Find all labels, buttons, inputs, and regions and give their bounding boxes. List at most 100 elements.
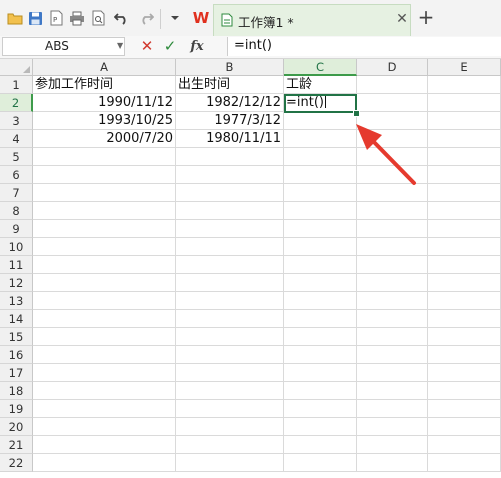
cell-a7[interactable] bbox=[33, 184, 176, 202]
column-header-e[interactable]: E bbox=[428, 59, 501, 76]
cell-a5[interactable] bbox=[33, 148, 176, 166]
confirm-entry-icon[interactable]: ✓ bbox=[163, 37, 177, 56]
cell-b18[interactable] bbox=[176, 382, 284, 400]
row-header-12[interactable]: 12 bbox=[0, 274, 33, 292]
cell-e13[interactable] bbox=[428, 292, 501, 310]
cell-d8[interactable] bbox=[357, 202, 428, 220]
cell-c10[interactable] bbox=[284, 238, 357, 256]
cell-c7[interactable] bbox=[284, 184, 357, 202]
cell-c3[interactable] bbox=[284, 112, 357, 130]
row-header-19[interactable]: 19 bbox=[0, 400, 33, 418]
cell-c9[interactable] bbox=[284, 220, 357, 238]
cell-b15[interactable] bbox=[176, 328, 284, 346]
cell-e10[interactable] bbox=[428, 238, 501, 256]
cell-c16[interactable] bbox=[284, 346, 357, 364]
cell-b4[interactable]: 1980/11/11 bbox=[176, 130, 284, 148]
cell-c8[interactable] bbox=[284, 202, 357, 220]
row-header-3[interactable]: 3 bbox=[0, 112, 33, 130]
column-header-a[interactable]: A bbox=[33, 59, 176, 76]
select-all-corner[interactable] bbox=[0, 59, 33, 76]
cell-a19[interactable] bbox=[33, 400, 176, 418]
cell-a10[interactable] bbox=[33, 238, 176, 256]
cell-a1[interactable]: 参加工作时间 bbox=[33, 76, 176, 94]
cell-a20[interactable] bbox=[33, 418, 176, 436]
cell-a6[interactable] bbox=[33, 166, 176, 184]
cell-d18[interactable] bbox=[357, 382, 428, 400]
row-header-11[interactable]: 11 bbox=[0, 256, 33, 274]
cell-b5[interactable] bbox=[176, 148, 284, 166]
row-header-20[interactable]: 20 bbox=[0, 418, 33, 436]
cell-c11[interactable] bbox=[284, 256, 357, 274]
column-header-d[interactable]: D bbox=[357, 59, 428, 76]
print-icon[interactable] bbox=[68, 9, 86, 27]
cell-e3[interactable] bbox=[428, 112, 501, 130]
cell-c19[interactable] bbox=[284, 400, 357, 418]
cell-d12[interactable] bbox=[357, 274, 428, 292]
cell-e4[interactable] bbox=[428, 130, 501, 148]
cell-e17[interactable] bbox=[428, 364, 501, 382]
cell-b20[interactable] bbox=[176, 418, 284, 436]
cell-e18[interactable] bbox=[428, 382, 501, 400]
cell-b6[interactable] bbox=[176, 166, 284, 184]
cell-a11[interactable] bbox=[33, 256, 176, 274]
cell-d16[interactable] bbox=[357, 346, 428, 364]
cell-e12[interactable] bbox=[428, 274, 501, 292]
save-icon[interactable] bbox=[26, 9, 44, 27]
cell-e19[interactable] bbox=[428, 400, 501, 418]
cell-a12[interactable] bbox=[33, 274, 176, 292]
cell-d22[interactable] bbox=[357, 454, 428, 472]
undo-icon[interactable] bbox=[113, 9, 131, 27]
cell-b7[interactable] bbox=[176, 184, 284, 202]
row-header-9[interactable]: 9 bbox=[0, 220, 33, 238]
cell-e8[interactable] bbox=[428, 202, 501, 220]
cell-c17[interactable] bbox=[284, 364, 357, 382]
cell-e16[interactable] bbox=[428, 346, 501, 364]
row-header-2[interactable]: 2 bbox=[0, 94, 33, 112]
row-header-21[interactable]: 21 bbox=[0, 436, 33, 454]
insert-function-icon[interactable]: fx bbox=[186, 37, 208, 56]
cell-a13[interactable] bbox=[33, 292, 176, 310]
row-header-16[interactable]: 16 bbox=[0, 346, 33, 364]
cell-c21[interactable] bbox=[284, 436, 357, 454]
row-header-14[interactable]: 14 bbox=[0, 310, 33, 328]
cell-b14[interactable] bbox=[176, 310, 284, 328]
new-tab-icon[interactable]: + bbox=[415, 6, 437, 28]
cell-c22[interactable] bbox=[284, 454, 357, 472]
cell-d7[interactable] bbox=[357, 184, 428, 202]
cell-c4[interactable] bbox=[284, 130, 357, 148]
cell-d3[interactable] bbox=[357, 112, 428, 130]
cell-a3[interactable]: 1993/10/25 bbox=[33, 112, 176, 130]
wps-logo[interactable]: W bbox=[191, 9, 211, 27]
cell-a9[interactable] bbox=[33, 220, 176, 238]
cell-d19[interactable] bbox=[357, 400, 428, 418]
cell-e14[interactable] bbox=[428, 310, 501, 328]
cell-a21[interactable] bbox=[33, 436, 176, 454]
cell-a17[interactable] bbox=[33, 364, 176, 382]
cell-c5[interactable] bbox=[284, 148, 357, 166]
cell-d1[interactable] bbox=[357, 76, 428, 94]
row-header-15[interactable]: 15 bbox=[0, 328, 33, 346]
export-pdf-icon[interactable]: P bbox=[47, 9, 65, 27]
cell-b21[interactable] bbox=[176, 436, 284, 454]
cell-b17[interactable] bbox=[176, 364, 284, 382]
cell-e6[interactable] bbox=[428, 166, 501, 184]
fill-handle[interactable] bbox=[353, 110, 360, 117]
cell-b19[interactable] bbox=[176, 400, 284, 418]
row-header-5[interactable]: 5 bbox=[0, 148, 33, 166]
row-header-4[interactable]: 4 bbox=[0, 130, 33, 148]
open-folder-icon[interactable] bbox=[6, 9, 24, 27]
cell-e2[interactable] bbox=[428, 94, 501, 112]
cell-a14[interactable] bbox=[33, 310, 176, 328]
cell-b16[interactable] bbox=[176, 346, 284, 364]
cell-b1[interactable]: 出生时间 bbox=[176, 76, 284, 94]
cell-a15[interactable] bbox=[33, 328, 176, 346]
chevron-down-icon[interactable]: ▼ bbox=[117, 41, 123, 50]
cell-b13[interactable] bbox=[176, 292, 284, 310]
cell-a22[interactable] bbox=[33, 454, 176, 472]
cell-e7[interactable] bbox=[428, 184, 501, 202]
cell-d21[interactable] bbox=[357, 436, 428, 454]
print-preview-icon[interactable] bbox=[89, 9, 107, 27]
cell-b8[interactable] bbox=[176, 202, 284, 220]
cell-d20[interactable] bbox=[357, 418, 428, 436]
cell-e22[interactable] bbox=[428, 454, 501, 472]
